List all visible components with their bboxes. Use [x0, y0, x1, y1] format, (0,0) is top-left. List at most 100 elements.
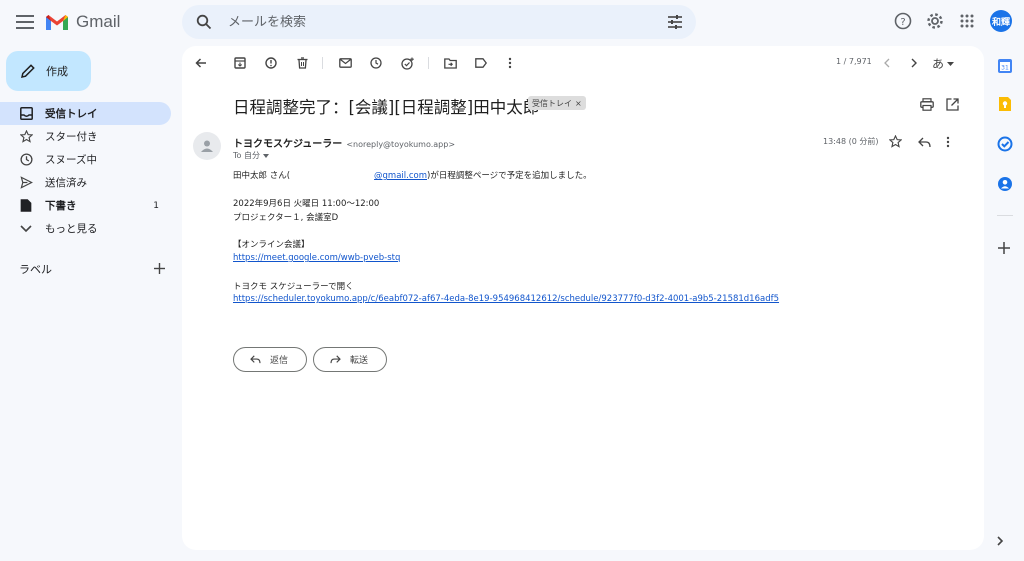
top-right-controls: ? 和輝	[892, 10, 1012, 32]
sidebar-item-starred[interactable]: スター付き	[0, 125, 171, 148]
toolbar-divider	[428, 57, 429, 69]
search-icon[interactable]	[194, 12, 214, 32]
newer-chevron-left-icon[interactable]	[877, 54, 895, 72]
top-bar: Gmail ? 和輝	[0, 0, 1024, 44]
tasks-icon[interactable]	[997, 136, 1013, 152]
sidebar-item-more[interactable]: もっと見る	[0, 217, 171, 240]
add-addon-plus-icon[interactable]	[997, 240, 1013, 256]
back-arrow-icon[interactable]	[192, 54, 210, 72]
body-open-heading: トヨクモ スケジューラーで開く	[233, 282, 354, 292]
delete-trash-icon[interactable]	[293, 54, 311, 72]
reply-button[interactable]: 返信	[233, 347, 307, 372]
caret-down-icon	[262, 153, 269, 158]
sidebar-item-label: スヌーズ中	[45, 154, 97, 166]
person-icon	[201, 140, 213, 152]
email-subject: 日程調整完了：[会議][日程調整]田中太郎	[233, 98, 540, 117]
sidebar-item-snoozed[interactable]: スヌーズ中	[0, 148, 171, 171]
svg-text:?: ?	[900, 17, 905, 28]
send-icon	[19, 176, 33, 190]
add-to-tasks-icon[interactable]	[398, 54, 416, 72]
svg-text:31: 31	[1001, 65, 1009, 72]
compose-label: 作成	[46, 65, 68, 78]
keep-icon[interactable]	[997, 96, 1013, 112]
compose-button[interactable]: 作成	[6, 51, 91, 91]
sender-email: <noreply@toyokumo.app>	[346, 140, 456, 149]
recipient-details[interactable]: To 自分	[233, 150, 269, 161]
sender-display-name: トヨクモスケジューラー	[233, 139, 343, 150]
calendar-icon[interactable]: 31	[997, 58, 1013, 74]
sidebar-item-label: もっと見る	[45, 223, 98, 235]
body-datetime: 2022年9月6日 火曜日 11:00〜12:00	[233, 199, 380, 209]
sender-avatar[interactable]	[193, 132, 221, 160]
reply-label: 返信	[270, 356, 289, 366]
clock-icon	[19, 153, 33, 167]
pagination-count: 1 / 7,971	[836, 57, 872, 66]
sidebar-item-label: 受信トレイ	[45, 108, 98, 120]
sidebar-nav: 受信トレイ スター付き スヌーズ中 送信済み 下書き 1 もっと見る	[0, 102, 176, 240]
message-more-vert-icon[interactable]	[946, 133, 962, 149]
scheduler-link[interactable]: https://scheduler.toyokumo.app/c/6eabf07…	[233, 294, 779, 304]
mark-unread-icon[interactable]	[336, 54, 354, 72]
greeting-prefix: 田中太郎 さん(	[233, 171, 291, 181]
body-online-heading: 【オンライン会議】	[233, 240, 310, 250]
forward-arrow-icon	[328, 353, 342, 367]
search-options-icon[interactable]	[666, 13, 684, 31]
apps-grid-icon[interactable]	[956, 10, 978, 32]
message-toolbar: 1 / 7,971 あ	[182, 46, 984, 80]
star-icon	[19, 130, 33, 144]
forward-label: 転送	[350, 356, 369, 366]
label-tag-icon[interactable]	[472, 54, 490, 72]
input-tools-label: あ	[932, 57, 945, 71]
account-avatar[interactable]: 和輝	[990, 10, 1012, 32]
sidebar-item-label: 下書き	[45, 200, 77, 212]
sidebar-item-drafts[interactable]: 下書き 1	[0, 194, 171, 217]
sidebar-item-inbox[interactable]: 受信トレイ	[0, 102, 171, 125]
show-side-panel-chevron-icon[interactable]	[996, 532, 1010, 546]
inbox-icon	[19, 107, 33, 121]
label-chip-text: 受信トレイ	[532, 98, 572, 108]
pencil-icon	[20, 63, 36, 79]
meet-link[interactable]: https://meet.google.com/wwb-pveb-stq	[233, 253, 400, 263]
snooze-clock-icon[interactable]	[367, 54, 385, 72]
contacts-icon[interactable]	[997, 176, 1013, 192]
message-view: 1 / 7,971 あ 日程調整完了：[会議][日程調整]田中太郎 受信トレイ …	[182, 46, 984, 550]
draft-icon	[19, 199, 33, 213]
open-in-new-window-icon[interactable]	[946, 96, 962, 112]
body-greeting: 田中太郎 さん( @gmail.com)が日程調整ページで予定を追加しました。	[233, 169, 592, 181]
reply-arrow-icon[interactable]	[918, 133, 934, 149]
more-vert-icon[interactable]	[501, 54, 519, 72]
print-icon[interactable]	[920, 96, 936, 112]
input-tools-selector[interactable]: あ	[932, 55, 955, 72]
caret-down-icon	[947, 61, 955, 66]
recipient-text: To 自分	[233, 151, 260, 160]
greeting-suffix: )が日程調整ページで予定を追加しました。	[427, 171, 592, 181]
move-to-folder-icon[interactable]	[441, 54, 459, 72]
body-location: プロジェクター１, 会議室D	[233, 213, 339, 223]
labels-section-header: ラベル	[19, 259, 165, 278]
app-name: Gmail	[76, 12, 121, 31]
report-spam-icon[interactable]	[262, 54, 280, 72]
labels-heading: ラベル	[19, 262, 52, 276]
settings-gear-icon[interactable]	[924, 10, 946, 32]
label-chip-close-icon[interactable]: ×	[575, 99, 582, 108]
archive-icon[interactable]	[231, 54, 249, 72]
forward-button[interactable]: 転送	[313, 347, 387, 372]
greeting-email-link[interactable]: @gmail.com	[374, 171, 427, 181]
gmail-logo[interactable]: Gmail	[46, 12, 120, 32]
help-icon[interactable]: ?	[892, 10, 914, 32]
rail-divider	[997, 215, 1013, 216]
chevron-down-icon	[19, 222, 33, 236]
add-label-icon[interactable]	[154, 259, 165, 278]
sidebar-item-sent[interactable]: 送信済み	[0, 171, 171, 194]
older-chevron-right-icon[interactable]	[905, 54, 923, 72]
gmail-m-icon	[46, 14, 68, 30]
label-chip-inbox[interactable]: 受信トレイ ×	[528, 96, 586, 110]
star-message-icon[interactable]	[888, 133, 905, 149]
search-bar[interactable]	[182, 5, 696, 39]
main-menu-icon[interactable]	[14, 12, 36, 32]
sidebar-item-label: 送信済み	[45, 177, 87, 189]
sidebar-item-count: 1	[153, 200, 159, 211]
message-timestamp: 13:48 (0 分前)	[823, 137, 879, 146]
search-input[interactable]	[228, 14, 648, 30]
reply-arrow-icon	[248, 353, 262, 367]
